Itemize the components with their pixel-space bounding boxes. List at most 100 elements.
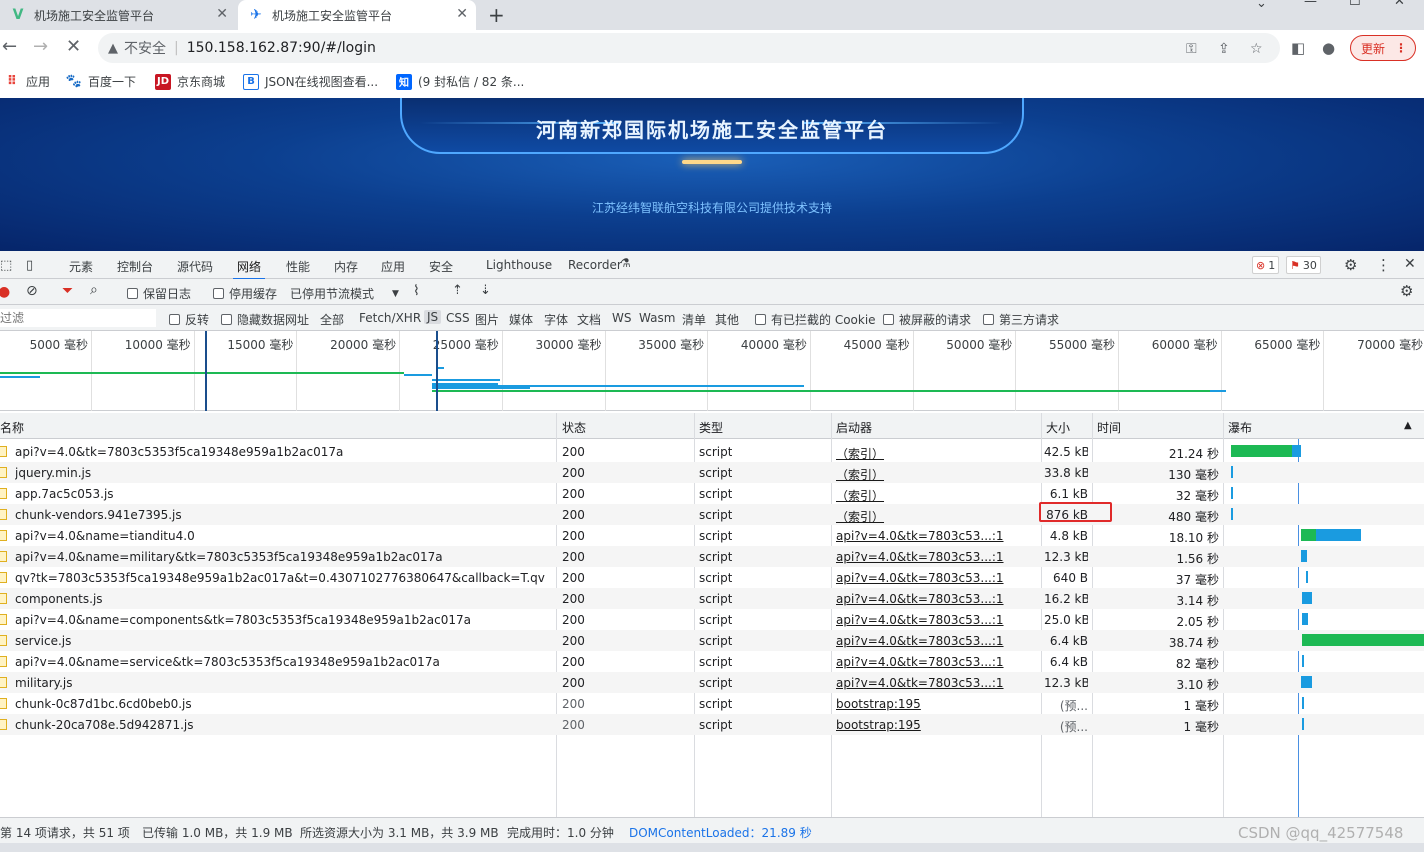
throttling-select[interactable]: 已停用节流模式 ▼ xyxy=(290,285,399,302)
request-name[interactable]: chunk-0c87d1bc.6cd0beb0.js xyxy=(15,697,553,711)
col-initiator[interactable]: 启动器 xyxy=(836,419,872,436)
export-har-icon[interactable]: ⇣ xyxy=(480,283,491,298)
devtools-tab[interactable]: Lighthouse xyxy=(486,258,552,272)
request-name[interactable]: chunk-vendors.941e7395.js xyxy=(15,508,553,522)
import-har-icon[interactable]: ⇡ xyxy=(452,283,463,298)
checkbox[interactable] xyxy=(983,314,994,325)
inspect-icon[interactable]: ⬚ xyxy=(0,258,12,273)
invert-checkbox[interactable]: 反转 xyxy=(169,311,209,328)
filter-input[interactable] xyxy=(0,309,156,327)
initiator-link[interactable]: api?v=4.0&tk=7803c53...:1 xyxy=(836,676,1036,690)
bookmark-jd[interactable]: JD 京东商城 xyxy=(155,73,225,90)
table-row[interactable]: jquery.min.js 200 script （索引） 33.8 kB 130 毫秒 xyxy=(0,462,1424,483)
side-panel-icon[interactable]: ◧ xyxy=(1291,39,1305,57)
table-row[interactable]: chunk-0c87d1bc.6cd0beb0.js 200 script boots… xyxy=(0,693,1424,714)
record-icon[interactable]: ● xyxy=(0,284,10,300)
bookmark-baidu[interactable]: 🐾 百度一下 xyxy=(66,73,136,90)
initiator-link[interactable]: bootstrap:195 xyxy=(836,718,1036,732)
col-type[interactable]: 类型 xyxy=(699,419,723,436)
stop-icon[interactable]: ✕ xyxy=(66,38,81,56)
type-filter[interactable]: 清单 xyxy=(682,311,706,328)
initiator-link[interactable]: api?v=4.0&tk=7803c53...:1 xyxy=(836,613,1036,627)
type-filter[interactable]: 其他 xyxy=(715,311,739,328)
type-filter[interactable]: JS xyxy=(424,310,442,324)
preserve-log-checkbox[interactable]: 保留日志 xyxy=(127,285,191,302)
request-name[interactable]: api?v=4.0&name=service&tk=7803c5353f5ca1… xyxy=(15,655,553,669)
settings-gear-icon[interactable]: ⚙ xyxy=(1344,256,1357,274)
request-name[interactable]: components.js xyxy=(15,592,553,606)
type-filter[interactable]: WS xyxy=(612,311,631,325)
devtools-tab[interactable]: Recorder xyxy=(568,258,622,272)
devtools-tab[interactable]: 元素 xyxy=(69,258,93,275)
devtools-tab[interactable]: 内存 xyxy=(334,258,358,275)
table-row[interactable]: api?v=4.0&tk=7803c5353f5ca19348e959a1b2a… xyxy=(0,441,1424,462)
new-tab-icon[interactable]: + xyxy=(488,3,505,27)
url-text[interactable]: 150.158.162.87:90/#/login xyxy=(187,40,376,56)
checkbox[interactable] xyxy=(127,288,138,299)
checkbox[interactable] xyxy=(169,314,180,325)
type-filter[interactable]: 图片 xyxy=(475,311,499,328)
network-overview[interactable]: 5000 毫秒 10000 毫秒 15000 毫秒 20000 毫秒 25000 毫秒 3… xyxy=(0,331,1424,411)
filter-icon[interactable]: ⏷ xyxy=(62,283,73,299)
request-name[interactable]: military.js xyxy=(15,676,553,690)
request-name[interactable]: qv?tk=7803c5353f5ca19348e959a1b2ac017a&t… xyxy=(15,571,553,585)
clear-icon[interactable]: ⊘ xyxy=(26,283,38,299)
request-name[interactable]: service.js xyxy=(15,634,553,648)
request-name[interactable]: jquery.min.js xyxy=(15,466,553,480)
table-row[interactable]: service.js 200 script api?v=4.0&tk=7803c53.… xyxy=(0,630,1424,651)
col-time[interactable]: 时间 xyxy=(1097,419,1121,436)
initiator-link[interactable]: api?v=4.0&tk=7803c53...:1 xyxy=(836,529,1036,543)
close-icon[interactable]: ✕ xyxy=(216,6,228,22)
initiator-link[interactable]: api?v=4.0&tk=7803c53...:1 xyxy=(836,634,1036,648)
initiator-link[interactable]: api?v=4.0&tk=7803c53...:1 xyxy=(836,592,1036,606)
initiator-link[interactable]: bootstrap:195 xyxy=(836,697,1036,711)
network-conditions-icon[interactable]: ⌇ xyxy=(413,283,420,299)
tab-search-icon[interactable]: ⌄ xyxy=(1256,0,1267,11)
type-filter[interactable]: Wasm xyxy=(639,311,675,325)
table-row[interactable]: military.js 200 script api?v=4.0&tk=7803c53… xyxy=(0,672,1424,693)
close-icon[interactable]: ✕ xyxy=(456,6,468,22)
table-row[interactable]: chunk-20ca708e.5d942871.js 200 script boots… xyxy=(0,714,1424,735)
bookmark-zhihu[interactable]: 知 (9 封私信 / 82 条... xyxy=(396,73,524,90)
forward-icon[interactable]: → xyxy=(33,38,48,56)
devtools-tab[interactable]: 源代码 xyxy=(177,258,213,275)
devtools-tab[interactable]: 网络 xyxy=(232,258,266,280)
device-toggle-icon[interactable]: ▯ xyxy=(26,258,33,273)
type-filter[interactable]: 全部 xyxy=(320,311,344,328)
initiator-link[interactable]: （索引） xyxy=(836,508,1036,525)
devtools-tab[interactable]: 应用 xyxy=(381,258,405,275)
third-party-checkbox[interactable]: 第三方请求 xyxy=(983,311,1059,328)
warning-badge[interactable]: ⚑ 30 xyxy=(1286,256,1321,274)
table-row[interactable]: api?v=4.0&name=service&tk=7803c5353f5ca1… xyxy=(0,651,1424,672)
request-name[interactable]: api?v=4.0&name=military&tk=7803c5353f5ca… xyxy=(15,550,553,564)
more-vert-icon[interactable]: ⋮ xyxy=(1376,256,1391,274)
checkbox[interactable] xyxy=(221,314,232,325)
initiator-link[interactable]: api?v=4.0&tk=7803c53...:1 xyxy=(836,571,1036,585)
type-filter[interactable]: Fetch/XHR xyxy=(359,311,421,325)
initiator-link[interactable]: （索引） xyxy=(836,466,1036,483)
star-icon[interactable]: ☆ xyxy=(1250,41,1263,57)
address-bar[interactable]: ▲ 不安全 | 150.158.162.87:90/#/login ⚿ ⇪ ☆ xyxy=(98,33,1280,63)
update-button[interactable]: 更新 ⋮ xyxy=(1350,35,1416,61)
table-row[interactable]: chunk-vendors.941e7395.js 200 script （索引） 87… xyxy=(0,504,1424,525)
type-filter[interactable]: 文档 xyxy=(577,311,601,328)
table-row[interactable]: components.js 200 script api?v=4.0&tk=7803c… xyxy=(0,588,1424,609)
blocked-requests-checkbox[interactable]: 被屏蔽的请求 xyxy=(883,311,971,328)
key-icon[interactable]: ⚿ xyxy=(1186,41,1197,57)
table-row[interactable]: api?v=4.0&name=components&tk=7803c5353f5… xyxy=(0,609,1424,630)
checkbox[interactable] xyxy=(213,288,224,299)
initiator-link[interactable]: api?v=4.0&tk=7803c53...:1 xyxy=(836,655,1036,669)
back-icon[interactable]: ← xyxy=(2,38,17,56)
search-icon[interactable]: ⌕ xyxy=(90,282,98,298)
disable-cache-checkbox[interactable]: 停用缓存 xyxy=(213,285,277,302)
request-name[interactable]: chunk-20ca708e.5d942871.js xyxy=(15,718,553,732)
request-name[interactable]: api?v=4.0&name=components&tk=7803c5353f5… xyxy=(15,613,553,627)
browser-tab-active[interactable]: ✈ 机场施工安全监管平台 ✕ xyxy=(238,0,476,30)
initiator-link[interactable]: api?v=4.0&tk=7803c53...:1 xyxy=(836,550,1036,564)
table-row[interactable]: qv?tk=7803c5353f5ca19348e959a1b2ac017a&t… xyxy=(0,567,1424,588)
blocked-cookies-checkbox[interactable]: 有已拦截的 Cookie xyxy=(755,311,876,328)
table-row[interactable]: api?v=4.0&name=military&tk=7803c5353f5ca… xyxy=(0,546,1424,567)
sort-up-icon[interactable]: ▲ xyxy=(1404,420,1412,431)
close-devtools-icon[interactable]: ✕ xyxy=(1404,256,1416,272)
bookmark-apps[interactable]: ⠿ 应用 xyxy=(4,73,50,90)
